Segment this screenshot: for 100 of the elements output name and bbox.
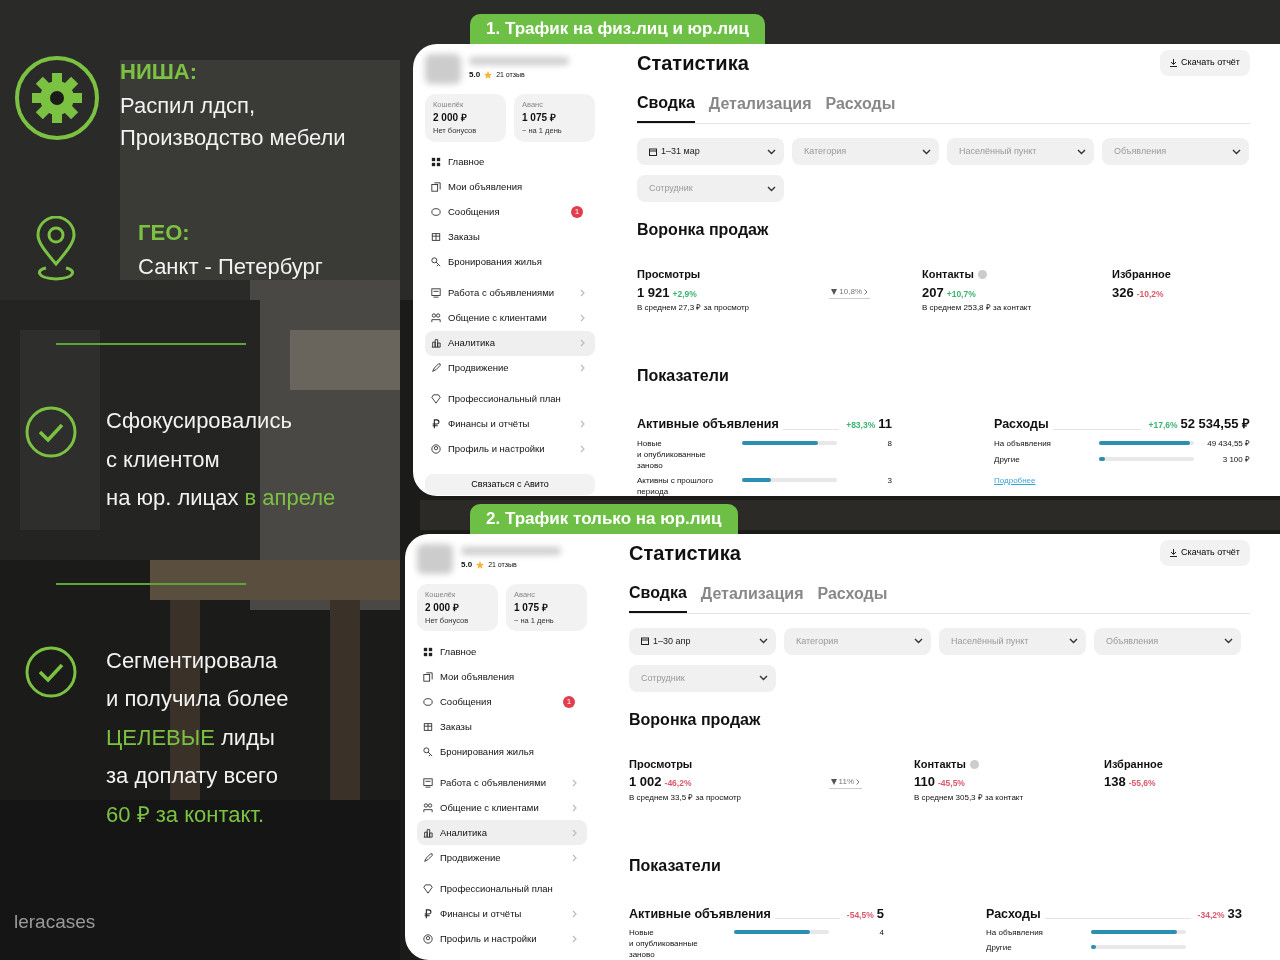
menu-item[interactable]: Сообщения 1 bbox=[417, 689, 587, 715]
download-icon bbox=[1170, 59, 1177, 67]
chevron-down-icon bbox=[922, 148, 931, 155]
grid-icon bbox=[431, 157, 441, 167]
heading-text: ГЕО: bbox=[138, 219, 191, 247]
indicator-total: 52 534,55 ₽ bbox=[1180, 415, 1250, 433]
tab[interactable]: Сводка bbox=[637, 90, 695, 123]
rating-text: 5.0 bbox=[469, 69, 481, 81]
copy-icon bbox=[423, 671, 433, 682]
date-filter[interactable]: 1–30 апр bbox=[629, 627, 776, 655]
menu-item[interactable]: Главное bbox=[417, 639, 587, 665]
menu-item[interactable]: Общение с клиентами bbox=[425, 305, 595, 331]
download-button[interactable]: Скачать отчёт bbox=[1160, 540, 1250, 566]
download-button[interactable]: Скачать отчёт bbox=[1160, 50, 1250, 76]
menu-item[interactable]: Профиль и настройки bbox=[425, 436, 595, 462]
chevron-down-icon bbox=[914, 638, 923, 645]
row-label: Активны с прошлого периода bbox=[637, 474, 714, 496]
result-text: Сегментировала и получила более ЦЕЛЕВЫЕ лиды за доплату всего 60 ₽ за контакт. bbox=[106, 646, 289, 829]
chat-bubble-icon bbox=[423, 696, 433, 707]
check-circle-icon bbox=[24, 405, 78, 459]
menu-item[interactable]: Мои объявления bbox=[417, 664, 587, 690]
wallet-amount: 2 000 ₽ bbox=[433, 111, 468, 126]
chevron-right-icon bbox=[864, 288, 868, 295]
tab[interactable]: Расходы bbox=[817, 579, 888, 613]
tab[interactable]: Расходы bbox=[825, 90, 896, 123]
funnel-icon bbox=[830, 778, 837, 785]
diamond-icon bbox=[423, 883, 433, 894]
average-text: В среднем 33,5 ₽ за просмотр bbox=[629, 791, 742, 804]
indicator-total: 5 bbox=[876, 904, 884, 923]
row-value: 4 bbox=[879, 927, 884, 940]
indicator-title: Активные объявления bbox=[629, 905, 771, 923]
tab[interactable]: Сводка bbox=[629, 579, 687, 613]
menu-item[interactable]: Продвижение bbox=[425, 355, 595, 381]
board-icon bbox=[431, 288, 441, 298]
chevron-right-icon bbox=[856, 778, 860, 785]
date-filter[interactable]: 1–31 мар bbox=[637, 138, 784, 165]
profile-icon bbox=[423, 933, 433, 944]
menu-item[interactable]: Заказы bbox=[425, 224, 595, 250]
row-label: Другие bbox=[986, 942, 1013, 954]
menu-item[interactable]: Мои объявления bbox=[425, 174, 595, 200]
metric-change: -10,2% bbox=[1136, 287, 1164, 301]
menu-item[interactable]: Финансы и отчёты bbox=[425, 411, 595, 437]
people-icon bbox=[431, 313, 441, 323]
ruble-icon bbox=[423, 908, 433, 919]
chevron-down-icon bbox=[767, 185, 776, 192]
chat-bubble-icon bbox=[431, 207, 441, 217]
metric-value: 1 002 bbox=[629, 773, 662, 792]
conversion-link[interactable]: 11% bbox=[828, 775, 862, 789]
metric-label: Контакты bbox=[922, 267, 974, 282]
wallet-amount: 1 075 ₽ bbox=[514, 601, 549, 616]
menu-item[interactable]: Аналитика bbox=[425, 330, 595, 356]
description-text: Санкт - Петербург bbox=[138, 253, 323, 281]
menu-item[interactable]: Профессиональный план bbox=[425, 386, 595, 412]
notification-badge: 1 bbox=[571, 206, 583, 218]
row-value: 8 bbox=[887, 437, 892, 450]
metric-label: Просмотры bbox=[629, 756, 693, 772]
result-text: Сфокусировались с клиентом на юр. лицах в апреле bbox=[106, 407, 336, 512]
check-circle-icon bbox=[24, 644, 78, 699]
menu-item[interactable]: Профиль и настройки bbox=[417, 926, 587, 952]
avatar bbox=[417, 543, 453, 574]
bar-chart-icon bbox=[431, 338, 441, 348]
notification-badge: 1 bbox=[563, 695, 575, 708]
calendar-icon bbox=[641, 637, 649, 646]
menu-item[interactable]: Работа с объявлениями bbox=[425, 280, 595, 306]
row-label: На объявления bbox=[994, 437, 1052, 449]
menu-item[interactable]: Профессиональный план bbox=[417, 876, 587, 902]
board-icon bbox=[423, 777, 433, 788]
row-label: Другие bbox=[994, 453, 1021, 465]
row-label: Новые и опубликованные заново bbox=[637, 437, 707, 471]
metric-label: Контакты bbox=[914, 756, 966, 772]
menu-item[interactable]: Бронирования жилья bbox=[425, 249, 595, 275]
author-text: leracases bbox=[14, 909, 97, 934]
tab[interactable]: Детализация bbox=[700, 579, 804, 613]
indicator-title: Активные объявления bbox=[637, 415, 779, 433]
contact-button[interactable]: Связаться с Авито bbox=[425, 473, 595, 495]
tab[interactable]: Детализация bbox=[708, 90, 812, 123]
menu-item[interactable]: Бронирования жилья bbox=[417, 739, 587, 765]
conversion-link[interactable]: 10,8% bbox=[829, 285, 870, 299]
menu-item[interactable]: Сообщения 1 bbox=[425, 199, 595, 225]
menu-item[interactable]: Общение с клиентами bbox=[417, 795, 587, 821]
metric-value: 326 bbox=[1112, 283, 1134, 302]
row-value: 3 bbox=[887, 474, 892, 487]
section-title: Воронка продаж bbox=[637, 220, 770, 240]
wallet-amount: 2 000 ₽ bbox=[425, 601, 460, 616]
star-icon bbox=[476, 560, 485, 569]
star-icon bbox=[484, 71, 493, 79]
download-icon bbox=[1170, 548, 1177, 557]
menu-item[interactable]: Аналитика bbox=[417, 820, 587, 846]
metric-change: -46,2% bbox=[664, 777, 692, 791]
menu-item[interactable]: Главное bbox=[425, 149, 595, 175]
indicator-change: -54,5% bbox=[846, 908, 874, 922]
heading-text: НИША: bbox=[120, 58, 199, 86]
indicator-total: 33 bbox=[1227, 904, 1242, 923]
menu-item[interactable]: Работа с объявлениями bbox=[417, 770, 587, 796]
menu-item[interactable]: Финансы и отчёты bbox=[417, 901, 587, 927]
chevron-down-icon bbox=[759, 638, 768, 645]
menu-item[interactable]: Продвижение bbox=[417, 845, 587, 871]
menu-item[interactable]: Заказы bbox=[417, 714, 587, 740]
location-pin-icon bbox=[34, 216, 78, 282]
panel-label: 2. Трафик только на юр.лиц bbox=[470, 503, 738, 534]
